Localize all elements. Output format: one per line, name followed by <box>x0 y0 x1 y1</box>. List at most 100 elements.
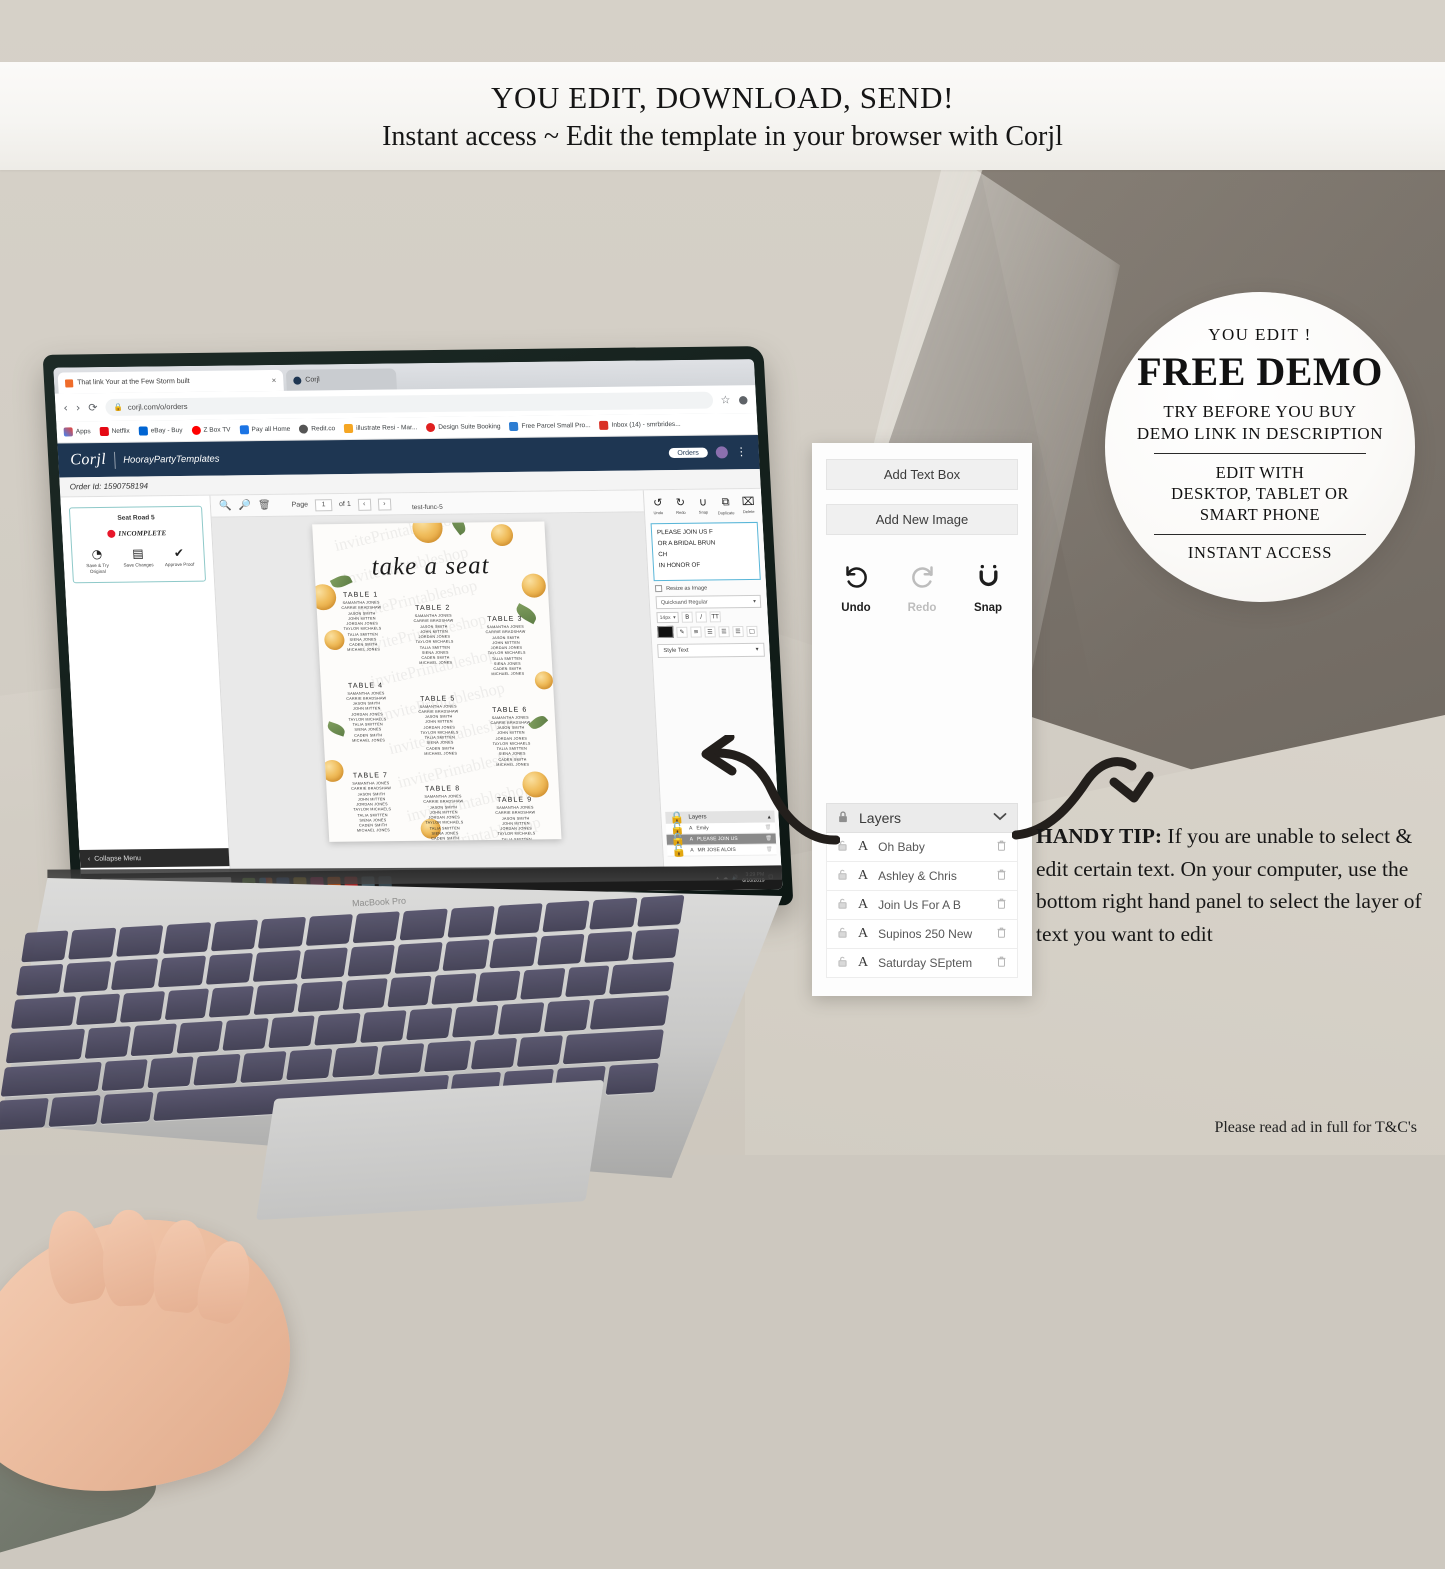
text-edit-field[interactable]: PLEASE JOIN US F OR A BRIDAL BRUN CH IN … <box>650 521 761 582</box>
bookmark-item[interactable]: Pay all Home <box>239 425 290 435</box>
italic-button[interactable]: / <box>695 611 708 623</box>
bold-button[interactable]: B <box>681 611 694 623</box>
font-family-select[interactable]: Quicksand Regular ▾ <box>655 594 762 610</box>
snap-button[interactable]: Snap <box>968 563 1008 614</box>
kebab-menu-icon[interactable]: ⋮ <box>736 446 748 458</box>
resize-as-image-checkbox[interactable]: Resize as Image <box>654 584 760 593</box>
page-number-input[interactable]: 1 <box>314 498 333 511</box>
table-block[interactable]: TABLE 2 SAMANTHA JONES CARRIE BRADSHAW J… <box>398 604 471 678</box>
layer-item[interactable]: A Supinos 250 New <box>826 920 1018 949</box>
lock-open-icon[interactable] <box>837 897 848 913</box>
table-name: TABLE 3 <box>487 615 523 624</box>
text-layer-icon: A <box>858 868 869 883</box>
table-block[interactable]: TABLE 8 SAMANTHA JONES CARRIE BRADSHAW J… <box>408 785 481 842</box>
bookmark-item[interactable]: eBay - Buy <box>138 426 183 436</box>
next-page-button[interactable]: › <box>377 497 392 511</box>
lock-open-icon[interactable] <box>837 868 848 884</box>
align-right-button[interactable]: ☰ <box>732 625 744 637</box>
bookmark-item[interactable]: Z Box TV <box>191 425 231 435</box>
table-block[interactable]: TABLE 5 SAMANTHA JONES CARRIE BRADSHAW J… <box>403 695 476 769</box>
table-block[interactable]: TABLE 1 SAMANTHA JONES CARRIE BRADSHAW J… <box>326 591 400 679</box>
corjl-app-body: Seat Road 5 INCOMPLETE ◔ Save & Try Orig… <box>60 488 783 898</box>
letter-spacing-button[interactable]: TT <box>709 611 722 623</box>
approve-proof-button[interactable]: ✔ Approve Proof <box>161 546 199 574</box>
chevron-down-icon[interactable] <box>993 812 1007 824</box>
forward-icon[interactable]: › <box>76 401 81 414</box>
seating-chart-artwork[interactable]: invitePrintableshop invitePrintableshop … <box>312 521 562 842</box>
zoom-out-icon[interactable]: 🔎 <box>238 500 251 511</box>
document-title: test-func-5 <box>412 504 443 511</box>
artwork-title[interactable]: take a seat <box>314 551 548 582</box>
table-block[interactable]: TABLE 4 SAMANTHA JONES CARRIE BRADSHAW J… <box>331 682 405 770</box>
editor-delete-button[interactable]: ⌧ Delete <box>737 495 760 515</box>
font-size-input[interactable]: 14px ▾ <box>656 611 679 624</box>
style-text-dropdown[interactable]: Style Text ▾ <box>657 642 765 659</box>
layer-item[interactable]: A Oh Baby <box>826 833 1018 862</box>
star-bookmark-icon[interactable]: ☆ <box>720 393 731 406</box>
profile-icon[interactable]: ● <box>738 393 748 406</box>
reload-icon[interactable]: ⟳ <box>88 401 98 414</box>
bookmark-item[interactable]: illustrate Resi - Mar... <box>343 423 418 434</box>
text-box-button[interactable]: □ <box>746 625 758 637</box>
chevron-down-icon: ▾ <box>753 598 757 605</box>
snap-label: Snap <box>973 602 1003 614</box>
prev-page-button[interactable]: ‹ <box>357 498 372 511</box>
trash-icon[interactable]: 🗑 <box>258 500 271 511</box>
orders-button[interactable]: Orders <box>668 447 709 459</box>
align-left-button[interactable]: ☰ <box>704 625 716 637</box>
checkbox-icon <box>654 585 663 593</box>
editor-undo-button[interactable]: ↺ Undo <box>646 496 669 516</box>
align-center-button[interactable]: ☰ <box>718 625 730 637</box>
trash-icon[interactable] <box>996 868 1007 884</box>
editor-snap-button[interactable]: ∪ Snap <box>692 495 715 515</box>
tab-close-icon[interactable]: × <box>271 376 276 385</box>
lock-open-icon[interactable]: 🔓 <box>671 844 687 858</box>
save-changes-button[interactable]: ▤ Save Changes <box>120 546 158 574</box>
lock-open-icon[interactable] <box>837 926 848 942</box>
layer-item[interactable]: A Ashley & Chris <box>826 862 1018 891</box>
editor-duplicate-button[interactable]: ⧉ Duplicate <box>714 495 737 515</box>
trash-icon[interactable] <box>996 839 1007 855</box>
layers-header[interactable]: Layers <box>826 803 1018 833</box>
text-color-swatch[interactable] <box>657 625 674 639</box>
layer-label: Saturday SEptem <box>878 956 973 970</box>
layer-item[interactable]: A Join Us For A B <box>826 891 1018 920</box>
layer-item[interactable]: A Saturday SEptem <box>826 949 1018 978</box>
save-try-original-button[interactable]: ◔ Save & Try Original <box>79 547 117 575</box>
layer-label: Supinos 250 New <box>878 927 973 941</box>
trash-icon[interactable] <box>996 926 1007 942</box>
table-block[interactable]: TABLE 7 SAMANTHA JONES CARRIE BRADSHAW J… <box>336 772 410 842</box>
page-total: of 1 <box>338 500 351 509</box>
bookmark-item[interactable]: Inbox (14) - smrbrides... <box>599 420 681 430</box>
add-text-box-button[interactable]: Add Text Box <box>826 459 1018 490</box>
redo-button[interactable]: Redo <box>902 563 942 614</box>
bookmark-item[interactable]: Redit.co <box>299 424 336 434</box>
bookmark-item[interactable]: Netflix <box>99 426 130 437</box>
collapse-menu-button[interactable]: ‹ Collapse Menu <box>79 848 230 868</box>
table-block[interactable]: TABLE 6 SAMANTHA JONES CARRIE BRADSHAW J… <box>475 706 548 768</box>
back-icon[interactable]: ‹ <box>63 401 68 414</box>
table-block[interactable]: TABLE 3 SAMANTHA JONES CARRIE BRADSHAW J… <box>470 616 543 678</box>
address-bar[interactable]: 🔒 corjl.com/o/orders <box>105 391 713 416</box>
line-height-button[interactable]: ≡ <box>690 626 702 638</box>
bookmark-label: Redit.co <box>311 425 336 433</box>
banner-subheadline: Instant access ~ Edit the template in yo… <box>382 120 1063 152</box>
browser-tab-corjl[interactable]: Corjl <box>285 368 397 391</box>
address-bar-url: corjl.com/o/orders <box>127 401 188 412</box>
bookmark-item[interactable]: Design Suite Booking <box>426 422 501 433</box>
bookmark-item[interactable]: Free Parcel Small Pro... <box>509 421 591 432</box>
zoom-in-icon[interactable]: 🔍 <box>219 500 232 511</box>
eyedropper-icon[interactable]: ✎ <box>676 626 688 638</box>
trash-icon[interactable] <box>996 897 1007 913</box>
design-canvas[interactable]: test-func-5 invitePrintableshop invitePr… <box>312 504 562 842</box>
table-block[interactable]: TABLE 9 SAMANTHA JONES CARRIE BRADSHAW J… <box>480 796 553 842</box>
undo-button[interactable]: Undo <box>836 563 876 614</box>
add-new-image-button[interactable]: Add New Image <box>826 504 1018 535</box>
trash-icon[interactable] <box>996 955 1007 971</box>
bookmark-item[interactable]: Apps <box>63 427 91 437</box>
lock-open-icon[interactable] <box>837 955 848 971</box>
avatar[interactable] <box>715 446 729 459</box>
order-card[interactable]: Seat Road 5 INCOMPLETE ◔ Save & Try Orig… <box>68 505 207 584</box>
editor-redo-button[interactable]: ↻ Redo <box>669 496 692 516</box>
browser-tab-active[interactable]: That link Your at the Few Storm built × <box>57 369 284 394</box>
